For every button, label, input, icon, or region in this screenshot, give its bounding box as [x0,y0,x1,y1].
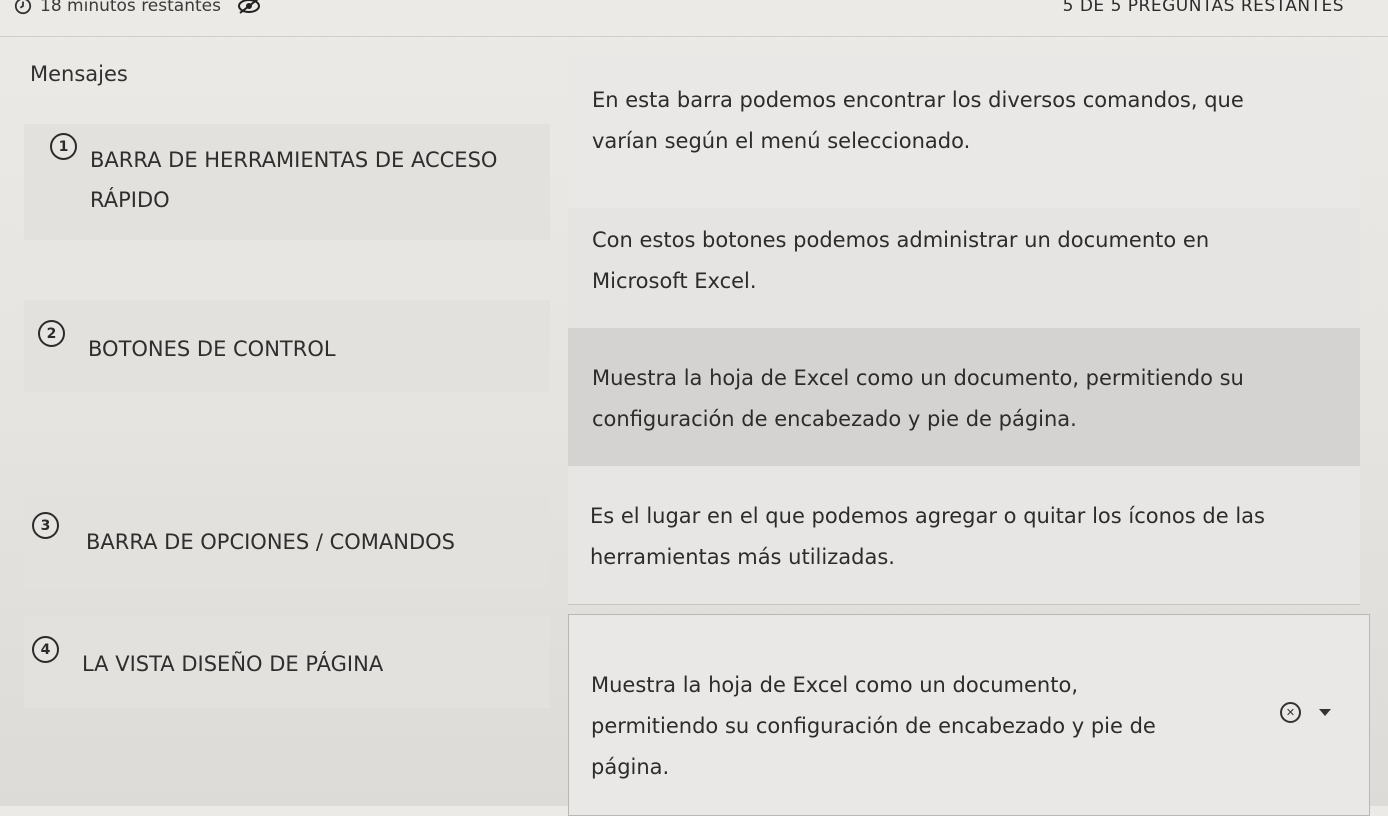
option-line: Con estos botones podemos administrar un… [592,228,1210,252]
prompt-label: BARRA DE OPCIONES / COMANDOS [86,530,455,554]
prompt-item-1: 1 BARRA DE HERRAMIENTAS DE ACCESO RÁPIDO [24,124,550,240]
number-badge: 4 [32,636,59,663]
prompt-line: RÁPIDO [90,188,170,212]
timer: 18 minutos restantes [14,0,261,16]
prompt-label: BOTONES DE CONTROL [88,337,336,361]
eye-slash-icon[interactable] [237,0,261,15]
close-circle-icon[interactable]: ✕ [1280,702,1301,723]
top-bar: 18 minutos restantes 5 DE 5 PREGUNTAS RE… [0,0,1388,37]
answer-option-1[interactable]: En esta barra podemos encontrar los dive… [568,56,1360,208]
option-line: varían según el menú seleccionado. [592,129,971,153]
answer-option-2[interactable]: Con estos botones podemos administrar un… [568,208,1360,328]
timer-text: 18 minutos restantes [40,0,221,16]
number-badge: 2 [38,320,65,347]
match-prompts: Mensajes 1 BARRA DE HERRAMIENTAS DE ACCE… [0,36,565,806]
option-line: herramientas más utilizadas. [590,545,895,569]
answer-option-3[interactable]: Muestra la hoja de Excel como un documen… [568,328,1360,466]
clock-icon [14,0,32,15]
section-title: Mensajes [30,62,128,86]
prompt-item-3: 3 BARRA DE OPCIONES / COMANDOS [24,496,550,588]
prompt-item-4: 4 LA VISTA DISEÑO DE PÁGINA [24,616,550,708]
number-badge: 1 [50,133,77,160]
prompt-item-2: 2 BOTONES DE CONTROL [24,300,550,392]
dropdown-controls: ✕ [1280,702,1331,723]
option-line: Muestra la hoja de Excel como un documen… [592,366,1244,390]
option-line: Es el lugar en el que podemos agregar o … [590,504,1265,528]
option-line: configuración de encabezado y pie de pág… [592,407,1077,431]
prompt-label: BARRA DE HERRAMIENTAS DE ACCESO RÁPIDO [90,140,497,220]
prompt-line: BARRA DE HERRAMIENTAS DE ACCESO [90,148,498,172]
chevron-down-icon[interactable] [1319,709,1331,716]
selected-answer-dropdown[interactable]: Muestra la hoja de Excel como un documen… [568,614,1370,816]
answer-line: página. [591,755,670,779]
answer-line: permitiendo su configuración de encabeza… [591,714,1156,738]
answer-line: Muestra la hoja de Excel como un documen… [591,673,1078,697]
number-badge: 3 [32,512,59,539]
prompt-label: LA VISTA DISEÑO DE PÁGINA [82,652,384,676]
option-line: Microsoft Excel. [592,269,757,293]
option-line: En esta barra podemos encontrar los dive… [592,88,1244,112]
answer-option-4[interactable]: Es el lugar en el que podemos agregar o … [568,466,1360,604]
questions-remaining: 5 DE 5 PREGUNTAS RESTANTES [1062,0,1344,16]
